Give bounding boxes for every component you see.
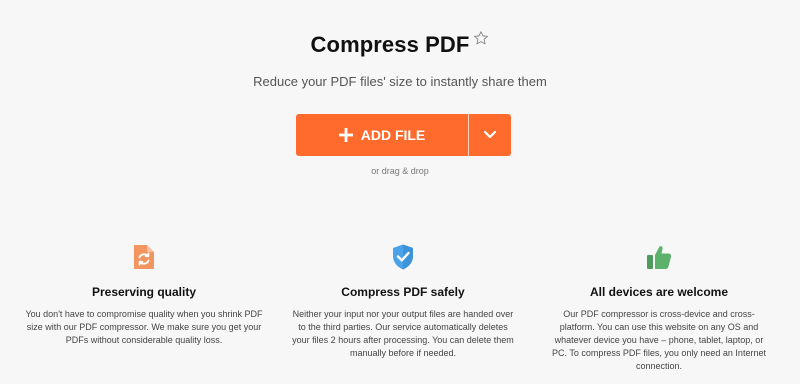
hero-section: Compress PDF Reduce your PDF files' size… [0,26,800,89]
feature-all-devices: All devices are welcome Our PDF compress… [518,244,800,373]
page-title: Compress PDF [310,32,470,57]
feature-title: Preserving quality [91,285,197,299]
upload-options-dropdown-button[interactable] [469,114,511,156]
file-refresh-icon [132,243,156,276]
features-section: Preserving quality You don't have to com… [0,244,800,373]
add-file-button[interactable]: ADD FILE [296,114,468,156]
thumbs-up-icon [645,243,673,276]
page-subtitle: Reduce your PDF files' size to instantly… [253,74,547,89]
feature-title: All devices are welcome [589,285,729,299]
plus-icon [338,128,353,142]
chevron-down-icon [483,128,497,143]
title-row: Compress PDF [311,26,490,58]
feature-text: Our PDF compressor is cross-device and c… [552,309,766,371]
feature-preserving-quality: Preserving quality You don't have to com… [0,244,288,373]
add-file-label: ADD FILE [360,127,426,143]
feature-compress-safely: Compress PDF safely Neither your input n… [288,244,518,373]
upload-controls: ADD FILE [296,114,511,156]
compress-pdf-page: Compress PDF Reduce your PDF files' size… [0,0,800,384]
favorite-star-icon[interactable] [473,30,489,46]
feature-text: Neither your input nor your output files… [292,309,514,358]
feature-text: You don't have to compromise quality whe… [25,309,263,345]
feature-title: Compress PDF safely [341,285,465,299]
drag-drop-hint: or drag & drop [371,166,429,176]
shield-check-icon [391,243,415,276]
